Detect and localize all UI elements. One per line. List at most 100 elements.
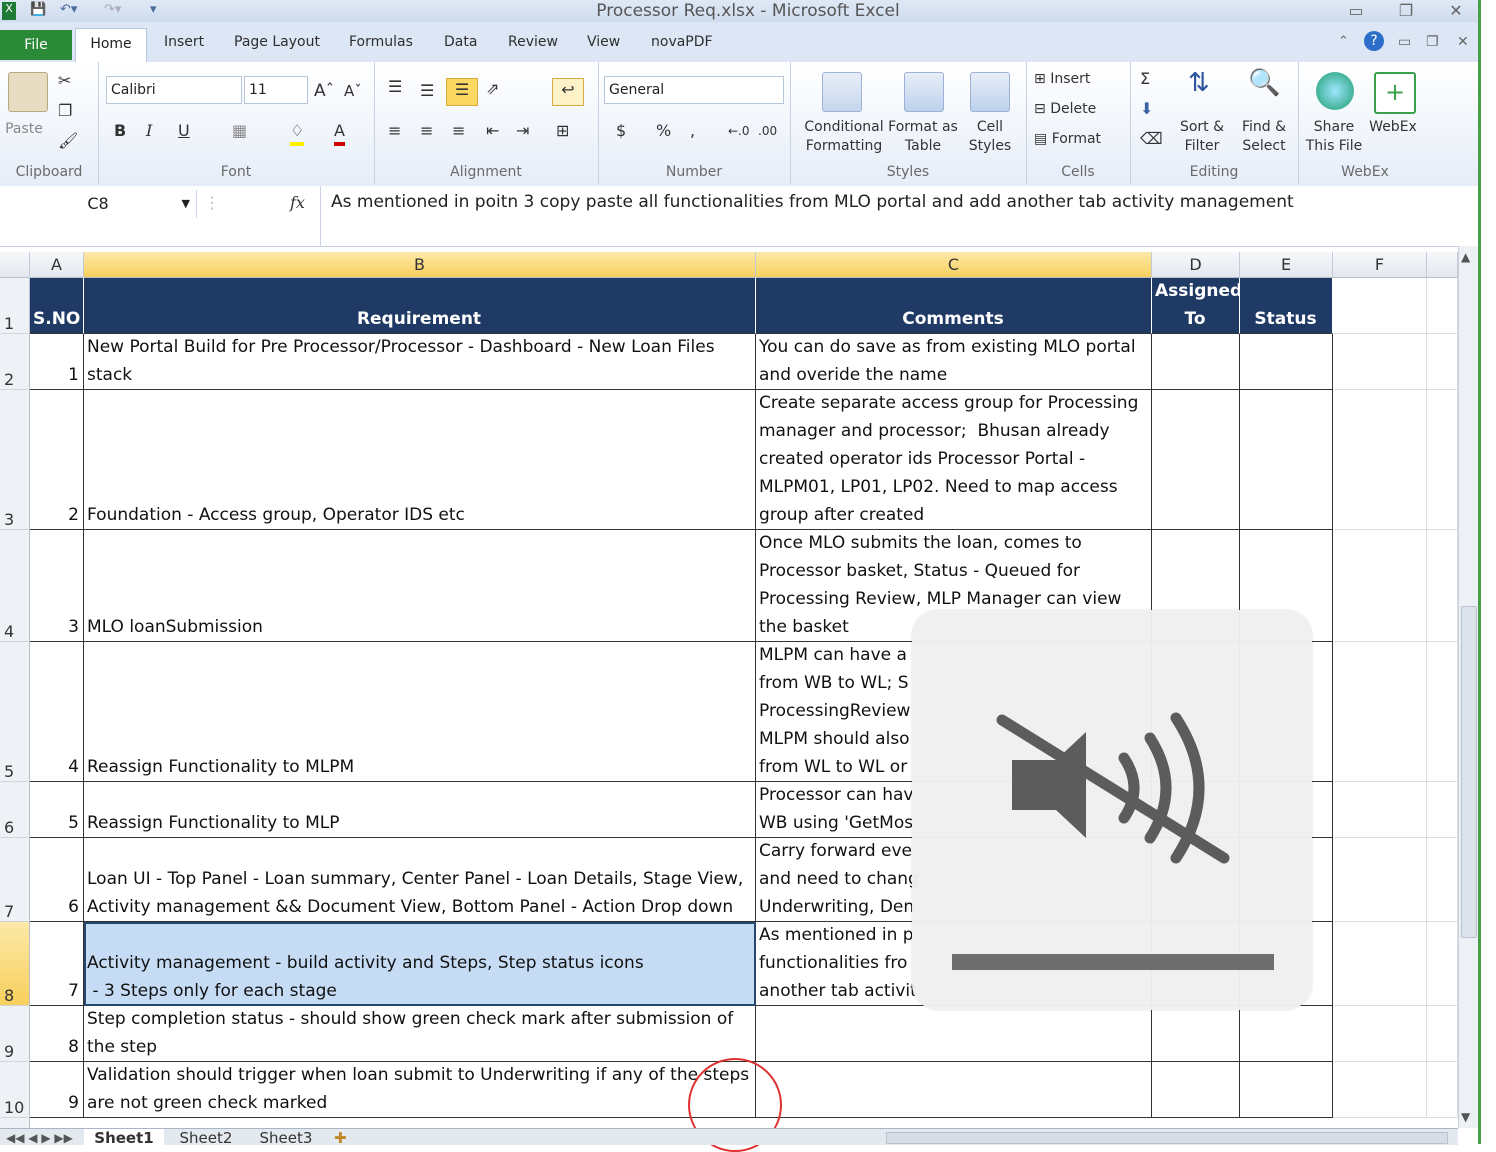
cell-d1[interactable]: Assigned To bbox=[1152, 278, 1240, 334]
tab-page-layout[interactable]: Page Layout bbox=[234, 34, 320, 50]
cell-f1[interactable] bbox=[1333, 278, 1427, 334]
orientation-icon[interactable]: ⇗ bbox=[486, 78, 499, 100]
horizontal-scrollbar[interactable] bbox=[886, 1132, 1448, 1144]
sheet-tab-3[interactable]: Sheet3 bbox=[248, 1129, 324, 1147]
find-select-icon[interactable]: 🔍 bbox=[1248, 70, 1280, 96]
cell-g7[interactable] bbox=[1427, 838, 1458, 922]
cell-a4[interactable]: 3 bbox=[30, 530, 84, 642]
cell-a8[interactable]: 7 bbox=[30, 922, 84, 1006]
scroll-up-icon[interactable]: ▲ bbox=[1461, 250, 1470, 264]
scroll-thumb[interactable] bbox=[1461, 606, 1477, 938]
scroll-down-icon[interactable]: ▼ bbox=[1461, 1110, 1470, 1124]
cell-g10[interactable] bbox=[1427, 1062, 1458, 1118]
align-center-icon[interactable]: ≡ bbox=[420, 120, 433, 142]
cell-g4[interactable] bbox=[1427, 530, 1458, 642]
cell-b2[interactable]: New Portal Build for Pre Processor/Proce… bbox=[84, 334, 756, 390]
doc-minimize-icon[interactable]: ▭ bbox=[1398, 34, 1411, 50]
webex-button[interactable]: WebEx bbox=[1368, 118, 1418, 137]
cell-e3[interactable] bbox=[1240, 390, 1333, 530]
sheet-nav-icon[interactable]: ◀◀ ◀ ▶ ▶▶ bbox=[6, 1129, 73, 1145]
expand-handle-icon[interactable]: ⋮ bbox=[204, 192, 220, 214]
clear-icon[interactable]: ⌫ bbox=[1140, 128, 1163, 150]
copy-icon[interactable]: ❐ bbox=[58, 100, 72, 122]
autosum-icon[interactable]: Σ bbox=[1140, 68, 1150, 90]
column-header-g[interactable] bbox=[1427, 252, 1458, 278]
conditional-formatting-button[interactable]: Conditional Formatting bbox=[796, 118, 892, 156]
tab-data[interactable]: Data bbox=[444, 34, 477, 50]
percent-icon[interactable]: % bbox=[656, 120, 671, 142]
find-select-button[interactable]: Find & Select bbox=[1234, 118, 1294, 156]
paste-icon[interactable] bbox=[8, 72, 48, 112]
cell-g6[interactable] bbox=[1427, 782, 1458, 838]
conditional-formatting-icon[interactable] bbox=[822, 72, 862, 112]
cell-b9[interactable]: Step completion status - should show gre… bbox=[84, 1006, 756, 1062]
cell-b8[interactable]: Activity management - build activity and… bbox=[84, 922, 756, 1006]
tab-formulas[interactable]: Formulas bbox=[349, 34, 413, 50]
cell-a6[interactable]: 5 bbox=[30, 782, 84, 838]
column-header-e[interactable]: E bbox=[1240, 252, 1333, 278]
tab-file[interactable]: File bbox=[0, 30, 72, 60]
align-bottom-icon[interactable]: ☰ bbox=[446, 78, 478, 106]
cell-g1[interactable] bbox=[1427, 278, 1458, 334]
underline-icon[interactable]: U bbox=[178, 120, 190, 142]
doc-close-icon[interactable]: ✕ bbox=[1457, 34, 1469, 50]
cell-c2[interactable]: You can do save as from existing MLO por… bbox=[756, 334, 1152, 390]
row-header-9[interactable]: 9 bbox=[0, 1006, 30, 1062]
cell-b3[interactable]: Foundation - Access group, Operator IDS … bbox=[84, 390, 756, 530]
format-as-table-button[interactable]: Format as Table bbox=[886, 118, 960, 156]
cell-d10[interactable] bbox=[1152, 1062, 1240, 1118]
align-middle-icon[interactable]: ☰ bbox=[420, 80, 434, 102]
cell-d3[interactable] bbox=[1152, 390, 1240, 530]
share-file-icon[interactable] bbox=[1316, 72, 1354, 110]
cell-f2[interactable] bbox=[1333, 334, 1427, 390]
cell-f3[interactable] bbox=[1333, 390, 1427, 530]
grow-font-icon[interactable]: Aˆ bbox=[314, 80, 334, 102]
fill-color-icon[interactable]: ♢ bbox=[290, 120, 305, 146]
cell-f10[interactable] bbox=[1333, 1062, 1427, 1118]
increase-indent-icon[interactable]: ⇥ bbox=[516, 120, 529, 142]
formula-input[interactable]: As mentioned in poitn 3 copy paste all f… bbox=[320, 186, 1456, 246]
comma-icon[interactable]: , bbox=[690, 120, 695, 142]
column-header-a[interactable]: A bbox=[30, 252, 84, 278]
close-icon[interactable]: ✕ bbox=[1436, 0, 1476, 22]
cell-styles-icon[interactable] bbox=[970, 72, 1010, 112]
font-size-box[interactable]: 11 bbox=[244, 76, 308, 104]
row-header-5[interactable]: 5 bbox=[0, 642, 30, 782]
italic-icon[interactable]: I bbox=[146, 120, 152, 142]
cell-c3[interactable]: Create separate access group for Process… bbox=[756, 390, 1152, 530]
webex-icon[interactable]: + bbox=[1374, 72, 1416, 114]
cell-c10[interactable] bbox=[756, 1062, 1152, 1118]
minimize-icon[interactable]: ▭ bbox=[1336, 0, 1376, 22]
cell-g8[interactable] bbox=[1427, 922, 1458, 1006]
shrink-font-icon[interactable]: Aˇ bbox=[344, 80, 362, 102]
cell-f4[interactable] bbox=[1333, 530, 1427, 642]
minimize-ribbon-icon[interactable]: ⌃ bbox=[1338, 34, 1349, 49]
row-header-3[interactable]: 3 bbox=[0, 390, 30, 530]
bold-icon[interactable]: B bbox=[114, 120, 126, 142]
format-painter-icon[interactable]: 🖌 bbox=[58, 130, 78, 152]
chevron-down-icon[interactable]: ▼ bbox=[182, 190, 190, 218]
name-box[interactable]: C8 ▼ bbox=[0, 190, 197, 218]
cell-b5[interactable]: Reassign Functionality to MLPM bbox=[84, 642, 756, 782]
sheet-tab-2[interactable]: Sheet2 bbox=[168, 1129, 244, 1147]
cell-d2[interactable] bbox=[1152, 334, 1240, 390]
cell-a5[interactable]: 4 bbox=[30, 642, 84, 782]
column-header-d[interactable]: D bbox=[1152, 252, 1240, 278]
cell-f6[interactable] bbox=[1333, 782, 1427, 838]
decrease-decimal-icon[interactable]: .00 bbox=[758, 120, 777, 142]
select-all-corner[interactable] bbox=[0, 252, 30, 278]
number-format-box[interactable]: General bbox=[604, 76, 784, 104]
tab-novapdf[interactable]: novaPDF bbox=[651, 34, 713, 50]
insert-cells-button[interactable]: ⊞ Insert bbox=[1034, 70, 1090, 89]
paste-label[interactable]: Paste bbox=[4, 120, 44, 139]
tab-insert[interactable]: Insert bbox=[164, 34, 204, 50]
tab-review[interactable]: Review bbox=[508, 34, 558, 50]
help-icon[interactable]: ? bbox=[1364, 31, 1384, 51]
row-header-7[interactable]: 7 bbox=[0, 838, 30, 922]
wrap-text-icon[interactable]: ↩ bbox=[552, 78, 584, 106]
cell-e10[interactable] bbox=[1240, 1062, 1333, 1118]
sort-filter-button[interactable]: Sort & Filter bbox=[1174, 118, 1230, 156]
cell-b4[interactable]: MLO loanSubmission bbox=[84, 530, 756, 642]
share-file-button[interactable]: Share This File bbox=[1302, 118, 1366, 156]
sort-filter-icon[interactable]: ⇅ bbox=[1188, 70, 1210, 96]
